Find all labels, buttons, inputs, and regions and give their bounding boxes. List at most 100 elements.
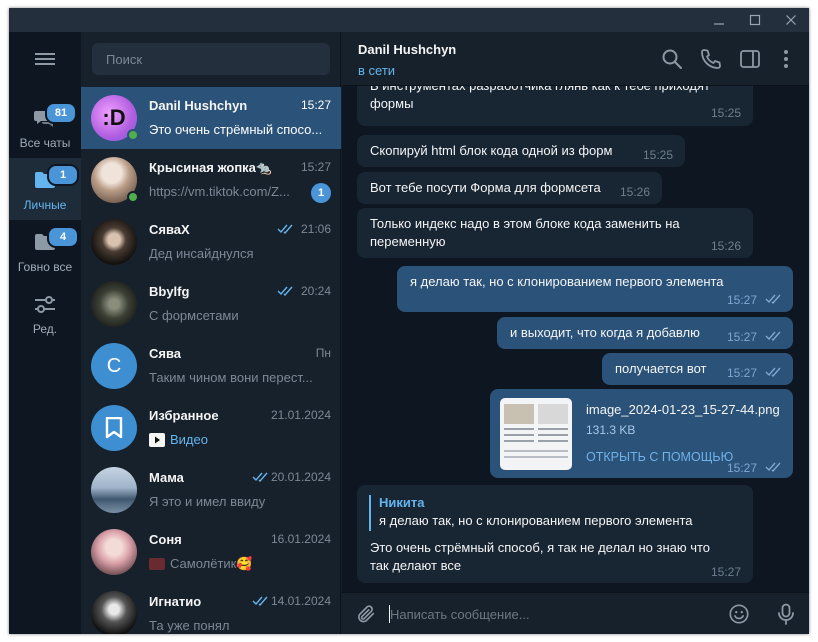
double-check-icon <box>252 472 268 483</box>
close-button[interactable] <box>771 8 809 32</box>
message-text-line: Это очень стрёмный способ, я так не дела… <box>370 540 711 555</box>
chat-item-syava[interactable]: С Сява Пн Таким чином вони перест... <box>81 335 341 397</box>
chat-list-panel: Поиск :D Danil Hushchyn 15:27 Это очень … <box>81 32 341 634</box>
message-time: 15:27 <box>710 565 741 579</box>
more-vertical-icon[interactable] <box>774 47 798 71</box>
avatar <box>91 281 137 327</box>
chat-time: 21.01.2024 <box>270 408 331 422</box>
close-icon <box>786 15 796 25</box>
chat-preview: Самолётик🥰 <box>170 556 253 571</box>
chat-name: Крысиная жопка🐀 <box>149 160 273 175</box>
message-text-line: формы <box>370 96 414 111</box>
double-check-icon <box>277 286 293 297</box>
message-list: В инструментах разработчика глянь как к … <box>342 86 809 592</box>
chat-time: 20.01.2024 <box>270 470 331 484</box>
online-indicator <box>127 191 139 203</box>
phone-icon[interactable] <box>699 47 723 71</box>
chat-time: 20:24 <box>300 284 331 298</box>
folder-edit[interactable]: Ред. <box>9 282 81 344</box>
reply-author[interactable]: Никита <box>379 494 424 512</box>
online-indicator <box>127 129 139 141</box>
folder-label: Говно все <box>17 260 73 274</box>
double-check-icon <box>252 596 268 607</box>
edit-sliders-icon <box>35 296 55 313</box>
message-time: 15:27 <box>726 461 757 475</box>
chat-time: 14.01.2024 <box>270 594 331 608</box>
folder-badge: 1 <box>47 164 79 186</box>
message-text-line: и выходит, что когда я добавлю <box>510 325 700 340</box>
bookmark-icon <box>105 417 123 439</box>
conversation-panel: Danil Hushchyn в сети В инструментах раз… <box>342 32 809 634</box>
message-text-line: переменную <box>370 234 446 249</box>
chat-preview: https://vm.tiktok.com/Z... <box>149 184 290 199</box>
folder-badge: 4 <box>47 226 79 248</box>
chat-time: 16.01.2024 <box>270 532 331 546</box>
double-check-icon <box>765 294 781 305</box>
minimize-button[interactable] <box>699 8 739 32</box>
main-menu-button[interactable] <box>9 32 81 86</box>
microphone-icon[interactable] <box>774 602 798 626</box>
chat-item-saved-messages[interactable]: Избранное 21.01.2024 Видео <box>81 397 341 459</box>
chat-item-syavax[interactable]: СяваХ 21:06 Дед инсайднулся <box>81 211 341 273</box>
emoji-icon[interactable] <box>728 603 750 625</box>
avatar <box>91 591 137 634</box>
search-input[interactable]: Поиск <box>92 43 330 75</box>
chat-time: 21:06 <box>300 222 331 236</box>
chat-item-mama[interactable]: Мама 20.01.2024 Я это и имел ввиду <box>81 459 341 521</box>
folder-label: Ред. <box>32 322 58 336</box>
avatar <box>91 405 137 451</box>
search-icon[interactable] <box>660 47 684 71</box>
folder-all-chats[interactable]: 81 Все чаты <box>9 96 81 158</box>
message-outgoing-file[interactable]: image_2024-01-23_15-27-44.png 131.3 KB О… <box>490 389 793 478</box>
search-placeholder: Поиск <box>106 52 143 67</box>
chat-name: Danil Hushchyn <box>149 98 248 113</box>
message-incoming[interactable]: Только индекс надо в этом блоке кода зам… <box>357 208 753 258</box>
chat-name: Bbylfg <box>149 284 190 299</box>
message-incoming[interactable]: В инструментах разработчика глянь как к … <box>357 86 753 126</box>
message-input[interactable]: Написать сообщение... <box>390 607 530 622</box>
message-text-line: Скопируй html блок кода одной из форм <box>370 143 613 158</box>
chat-name: Сява <box>149 346 182 361</box>
message-outgoing[interactable]: я делаю так, но с клонированием первого … <box>397 266 793 312</box>
sidebar-toggle-icon[interactable] <box>738 47 762 71</box>
maximize-button[interactable] <box>735 8 775 32</box>
folder-custom[interactable]: 4 Говно все <box>9 220 81 282</box>
message-incoming[interactable]: Скопируй html блок кода одной из форм 15… <box>357 135 685 167</box>
folder-label: Личные <box>23 198 67 212</box>
chat-item-ignatio[interactable]: Игнатио 14.01.2024 Та уже понял <box>81 583 341 634</box>
double-check-icon <box>765 462 781 473</box>
folder-personal[interactable]: 1 Личные <box>9 158 81 220</box>
chat-time: 15:27 <box>300 98 331 112</box>
chat-item-rat[interactable]: Крысиная жопка🐀 15:27 https://vm.tiktok.… <box>81 149 341 211</box>
chat-preview: С формсетами <box>149 308 239 323</box>
message-text-line: так делают все <box>370 558 462 573</box>
message-time: 15:25 <box>710 106 741 120</box>
photo-thumbnail <box>149 558 165 570</box>
video-thumbnail-icon <box>149 433 165 447</box>
double-check-icon <box>277 224 293 235</box>
attach-icon[interactable] <box>355 603 377 625</box>
message-outgoing[interactable]: получается вот 15:27 <box>602 353 793 385</box>
peer-name[interactable]: Danil Hushchyn <box>358 42 456 57</box>
avatar: С <box>91 343 137 389</box>
file-thumbnail[interactable] <box>500 398 572 470</box>
chat-name: Соня <box>149 532 182 547</box>
double-check-icon <box>765 331 781 342</box>
message-incoming[interactable]: Вот тебе посути Форма для формсета 15:26 <box>357 172 662 204</box>
message-time: 15:27 <box>726 293 757 307</box>
avatar <box>91 467 137 513</box>
message-time: 15:25 <box>642 148 673 162</box>
chat-item-sonya[interactable]: Соня 16.01.2024 Самолётик🥰 <box>81 521 341 583</box>
message-outgoing[interactable]: и выходит, что когда я добавлю 15:27 <box>497 317 793 349</box>
open-with-link[interactable]: ОТКРЫТЬ С ПОМОЩЬЮ <box>586 448 733 466</box>
message-text-line: Только индекс надо в этом блоке кода зам… <box>370 216 680 231</box>
chat-time: Пн <box>315 346 331 360</box>
chat-item-danil[interactable]: :D Danil Hushchyn 15:27 Это очень стрёмн… <box>81 87 341 149</box>
message-incoming-reply[interactable]: Никита я делаю так, но с клонированием п… <box>357 485 753 583</box>
chat-name: СяваХ <box>149 222 190 237</box>
message-text-line: В инструментах разработчика глянь как к … <box>370 86 710 95</box>
chat-preview: Та уже понял <box>149 618 230 633</box>
hamburger-icon <box>35 53 55 65</box>
chat-item-bbylfg[interactable]: Bbylfg 20:24 С формсетами <box>81 273 341 335</box>
chat-name: Мама <box>149 470 184 485</box>
